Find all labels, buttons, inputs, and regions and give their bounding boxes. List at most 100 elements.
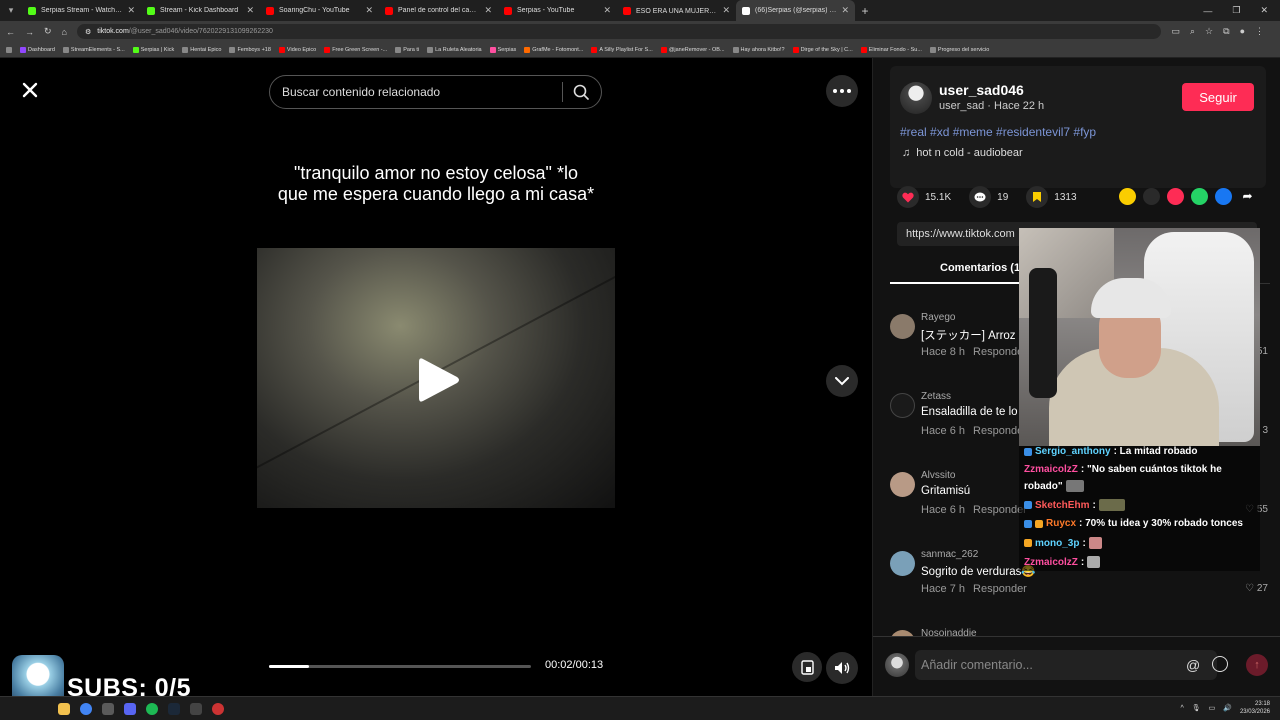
bookmark-item[interactable]: GrafMe - Fotomont... (524, 46, 583, 53)
commenter-avatar[interactable] (890, 551, 915, 576)
obs-icon[interactable] (212, 703, 224, 715)
send-to-friend-icon[interactable] (1167, 188, 1184, 205)
site-info-icon[interactable]: ⚙ (85, 28, 91, 36)
browser-tab[interactable]: Panel de control del canal - Yo ✕ (379, 0, 498, 21)
close-tab-icon[interactable]: ✕ (127, 5, 135, 16)
close-tab-icon[interactable]: ✕ (484, 5, 492, 16)
save-button[interactable]: 1313 (1026, 186, 1077, 208)
extensions-icon[interactable]: ⧉ (1223, 26, 1229, 37)
url-field[interactable]: ⚙ tiktok.com/@user_sad046/video/76202291… (76, 24, 1162, 39)
share-arrow-icon[interactable]: ➦ (1239, 188, 1256, 205)
music-link[interactable]: ♫ hot n cold - audiobear (902, 147, 1023, 159)
browser-tab[interactable]: Serpias - YouTube ✕ (498, 0, 617, 21)
cast-icon[interactable]: ▭ (1171, 26, 1180, 37)
close-tab-icon[interactable]: ✕ (246, 5, 254, 16)
microphone-tray-icon[interactable]: 🎙 (1192, 704, 1201, 712)
commenter-avatar[interactable] (890, 393, 915, 418)
bookmark-item[interactable]: Hentai Epico (182, 46, 221, 53)
browser-tab[interactable]: ESO ERA UNA MUJER? 😳 #mu ✕ (617, 0, 736, 21)
browser-tab[interactable]: Serpias Stream - Watch Live on ✕ (22, 0, 141, 21)
close-video-button[interactable] (16, 76, 44, 104)
chrome-icon[interactable] (80, 703, 92, 715)
bookmark-item[interactable]: Video Epico (278, 46, 316, 53)
bookmark-item[interactable]: Hay ahora Kitbo!? (732, 46, 785, 53)
app-icon[interactable] (102, 703, 114, 715)
bookmark-item[interactable]: Femboys +18 (229, 46, 271, 53)
emoji-icon[interactable] (1212, 656, 1228, 672)
bookmark-item[interactable]: La Ruleta Aleatoria (427, 46, 482, 53)
bookmark-item[interactable]: A Silly Playlist For S... (591, 46, 653, 53)
comment-button[interactable]: 19 (969, 186, 1008, 208)
close-tab-icon[interactable]: ✕ (365, 5, 373, 16)
apps-icon[interactable] (6, 46, 12, 53)
close-window-icon[interactable]: ✕ (1260, 5, 1268, 16)
bookmark-item[interactable]: Serpias (489, 46, 516, 53)
bookmark-item[interactable]: @janeRemover - OB... (660, 46, 725, 53)
repost-icon[interactable] (1119, 188, 1136, 205)
next-video-button[interactable] (826, 365, 858, 397)
file-explorer-icon[interactable] (58, 703, 70, 715)
like-button[interactable]: 15.1K (897, 186, 951, 208)
tray-chevron-icon[interactable]: ^ (1180, 705, 1183, 712)
browser-tab[interactable]: Stream - Kick Dashboard ✕ (141, 0, 260, 21)
reply-link[interactable]: Responder (973, 583, 1027, 595)
close-tab-icon[interactable]: ✕ (603, 5, 611, 16)
home-icon[interactable]: ⌂ (62, 27, 67, 37)
facebook-icon[interactable] (1215, 188, 1232, 205)
steam-icon[interactable] (168, 703, 180, 715)
bookmark-item[interactable]: Dashboard (20, 46, 55, 53)
bookmark-item[interactable]: Dirge of the Sky | C... (792, 46, 853, 53)
commenter-name[interactable]: Nosoinaddie (921, 628, 977, 636)
post-comment-button[interactable]: ↑ (1246, 654, 1268, 676)
commenter-name[interactable]: Zetass (921, 391, 951, 402)
browser-tab[interactable]: SoaringChu - YouTube ✕ (260, 0, 379, 21)
system-clock[interactable]: 23:18 23/03/2026 (1240, 700, 1270, 716)
new-tab-button[interactable]: + (855, 4, 875, 18)
profile-icon[interactable]: ● (1240, 26, 1245, 37)
search-icon[interactable] (573, 84, 589, 100)
hashtags[interactable]: #real #xd #meme #residentevil7 #fyp (900, 125, 1096, 139)
follow-button[interactable]: Seguir (1182, 83, 1254, 111)
discord-icon[interactable] (124, 703, 136, 715)
play-icon[interactable] (417, 356, 461, 404)
bookmark-item[interactable]: Serpias | Kick (132, 46, 174, 53)
bookmark-item[interactable]: StreamElements - S... (62, 46, 125, 53)
volume-button[interactable] (826, 652, 858, 684)
author-avatar[interactable] (900, 82, 932, 114)
spotify-icon[interactable] (146, 703, 158, 715)
commenter-avatar[interactable] (890, 314, 915, 339)
whatsapp-icon[interactable] (1191, 188, 1208, 205)
video-progress-bar[interactable] (269, 665, 531, 668)
author-username[interactable]: user_sad046 (939, 82, 1024, 98)
bookmark-star-icon[interactable]: ☆ (1205, 26, 1213, 37)
network-icon[interactable]: ▭ (1209, 704, 1216, 712)
my-avatar[interactable] (885, 653, 909, 677)
maximize-icon[interactable]: ❐ (1232, 5, 1240, 16)
back-icon[interactable]: ← (6, 27, 15, 37)
forward-icon[interactable]: → (25, 27, 34, 37)
commenter-name[interactable]: Rayego (921, 312, 955, 323)
comment-like[interactable]: ♡ 27 (1245, 583, 1268, 594)
bookmark-item[interactable]: Free Green Screen -... (324, 46, 387, 53)
comment-input[interactable]: Añadir comentario... (915, 650, 1217, 680)
comment-like[interactable]: 3 (1262, 425, 1268, 436)
reload-icon[interactable]: ↻ (44, 26, 52, 37)
browser-tab-active[interactable]: (66)Serpias (@serpias) | Tik ✕ (736, 0, 855, 21)
commenter-avatar[interactable] (890, 472, 915, 497)
embed-icon[interactable] (1143, 188, 1160, 205)
bookmark-item[interactable]: Eliminar Fondo - Su... (860, 46, 922, 53)
related-search-input[interactable]: Buscar contenido relacionado (269, 75, 602, 109)
zoom-icon[interactable]: ⌕ (1190, 26, 1195, 37)
app-icon[interactable] (190, 703, 202, 715)
tab-list-button[interactable]: ▾ (0, 0, 22, 21)
speaker-icon[interactable]: 🔊 (1223, 704, 1232, 712)
more-options-button[interactable] (826, 75, 858, 107)
close-tab-icon[interactable]: ✕ (841, 5, 849, 16)
commenter-name[interactable]: sanmac_262 (921, 549, 978, 560)
bookmark-item[interactable]: Progreso del servicio (929, 46, 989, 53)
mention-icon[interactable]: @ (1186, 657, 1200, 673)
picture-in-picture-button[interactable] (792, 652, 822, 682)
minimize-icon[interactable]: — (1203, 6, 1212, 16)
tab-comments[interactable]: Comentarios (19 (940, 262, 1026, 274)
bookmark-item[interactable]: Para ti (395, 46, 419, 53)
